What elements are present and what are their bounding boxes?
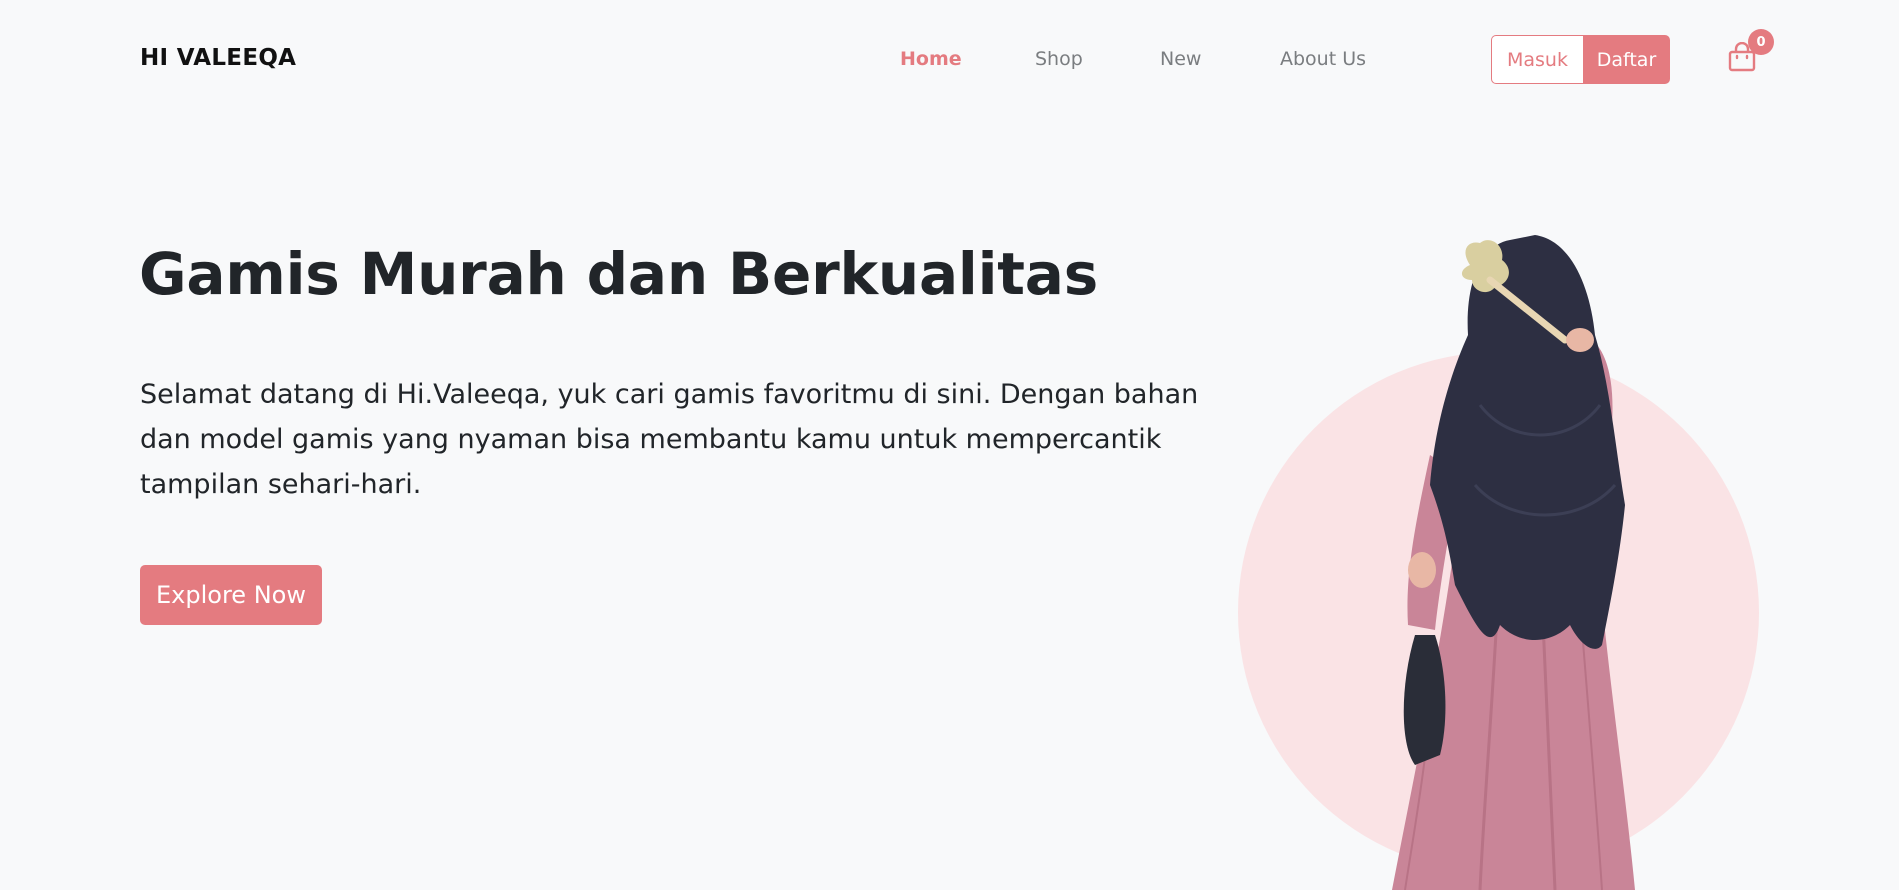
- explore-now-button[interactable]: Explore Now: [140, 565, 322, 625]
- nav-link-new[interactable]: New: [1160, 48, 1201, 70]
- nav-link-about-us[interactable]: About Us: [1280, 48, 1366, 70]
- hero-description: Selamat datang di Hi.Valeeqa, yuk cari g…: [140, 379, 1199, 500]
- nav-link-home[interactable]: Home: [900, 48, 962, 70]
- cart-count-badge: 0: [1748, 29, 1774, 55]
- login-button[interactable]: Masuk: [1491, 35, 1583, 84]
- nav-link-shop[interactable]: Shop: [1035, 48, 1083, 70]
- cart-button[interactable]: 0: [1728, 29, 1774, 74]
- brand-logo[interactable]: HI VALEEQA: [140, 45, 296, 71]
- hero-title: Gamis Murah dan Berkualitas: [139, 240, 1099, 308]
- navbar: HI VALEEQA Home Shop New About Us Masuk …: [0, 0, 1899, 120]
- register-button[interactable]: Daftar: [1583, 35, 1670, 84]
- landing-page: HI VALEEQA Home Shop New About Us Masuk …: [0, 0, 1899, 890]
- auth-button-group: Masuk Daftar: [1491, 35, 1670, 84]
- hero-model-image: [1392, 235, 1635, 890]
